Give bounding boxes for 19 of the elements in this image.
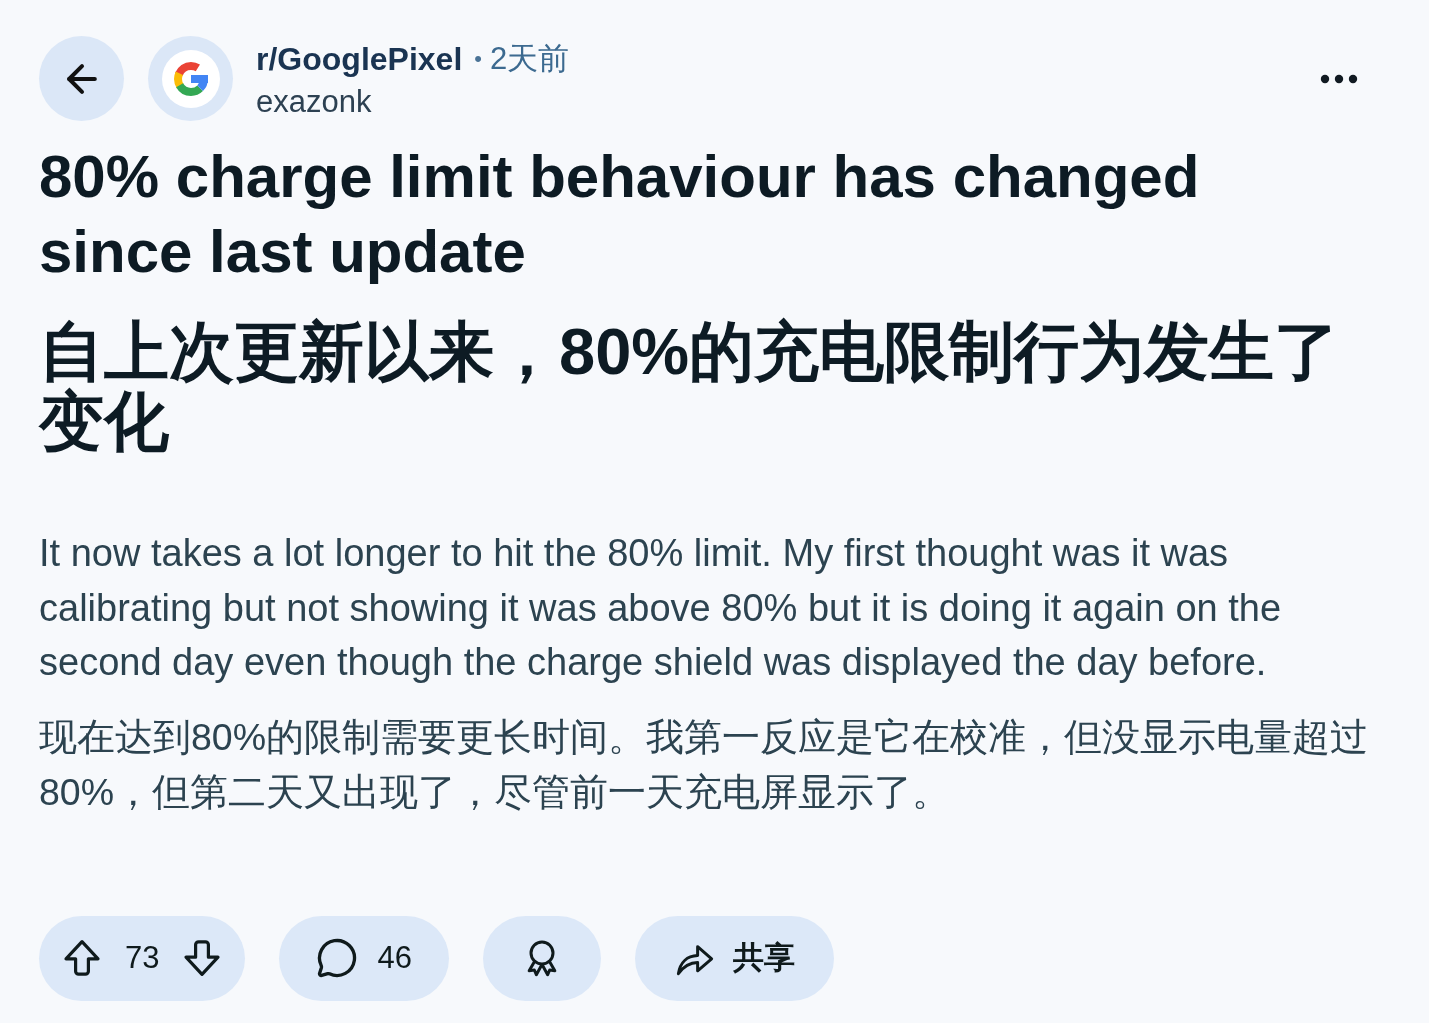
subreddit-name[interactable]: r/GooglePixel	[256, 39, 463, 79]
more-button[interactable]	[1320, 73, 1358, 84]
downvote-button[interactable]	[182, 938, 223, 978]
post-time: 2天前	[490, 40, 570, 78]
vote-score: 73	[125, 939, 160, 977]
g-logo-icon	[160, 48, 221, 109]
post-body-translation: 现在达到80%的限制需要更长时间。我第一反应是它在校准，但没显示电量超过80%，但第二天又出现了，尽管前一天充电屏显示了。	[39, 714, 1370, 815]
speech-bubble-icon	[316, 937, 359, 979]
share-button[interactable]: 共享	[634, 915, 834, 1001]
upvote-button[interactable]	[62, 938, 102, 978]
downvote-arrow-icon	[182, 938, 223, 978]
post-title-translation: 自上次更新以来，80%的充电限制行为发生了变化	[39, 317, 1341, 457]
comments-button[interactable]: 46	[279, 915, 449, 1001]
post-body: It now takes a lot longer to hit the 80% limit. My first thought was it was calibrating but not showing it was above 80% but it is doing it again on the second day even though the charge shield was displayed the day before.	[39, 531, 1283, 685]
more-icon	[1320, 73, 1358, 84]
upvote-arrow-icon	[62, 938, 102, 978]
post-title: 80% charge limit behaviour has changed since last update	[39, 142, 1201, 287]
separator-dot: •	[474, 45, 482, 73]
author-name[interactable]: exazonk	[256, 82, 570, 122]
